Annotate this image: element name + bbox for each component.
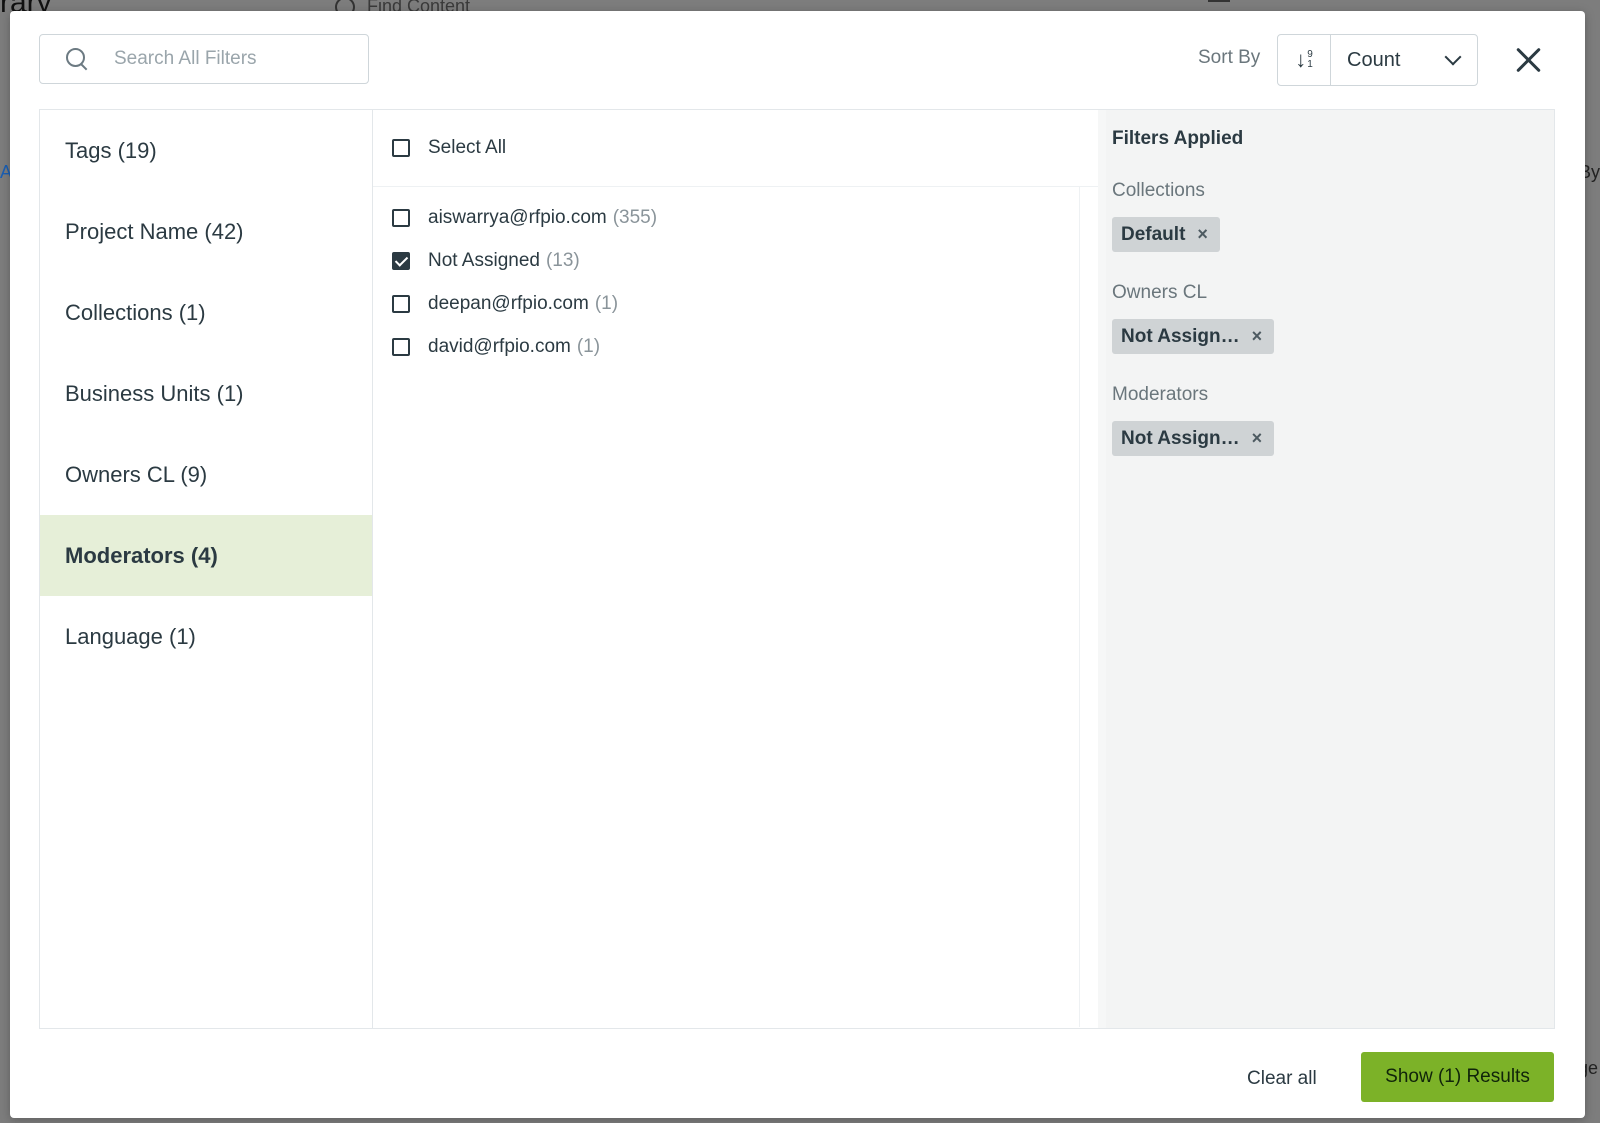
option-row[interactable]: Not Assigned (13) bbox=[373, 239, 1079, 282]
search-box bbox=[39, 34, 369, 84]
remove-chip-icon[interactable]: × bbox=[1252, 326, 1263, 347]
option-label: david@rfpio.com bbox=[428, 335, 571, 357]
category-label: Collections (1) bbox=[65, 299, 206, 325]
sort-control: ↓ 9 1 Count bbox=[1277, 34, 1478, 86]
search-filters-input[interactable] bbox=[112, 47, 346, 71]
option-checkbox[interactable] bbox=[392, 337, 410, 356]
option-count: (1) bbox=[576, 335, 601, 357]
sort-digit-bottom: 1 bbox=[1307, 59, 1313, 70]
filters-modal: Sort By ↓ 9 1 Count Tags (19) Project Na… bbox=[10, 11, 1585, 1118]
option-row[interactable]: aiswarrya@rfpio.com (355) bbox=[373, 196, 1079, 239]
applied-filter-chip: Default × bbox=[1112, 217, 1220, 252]
applied-filter-chip: Not Assign… × bbox=[1112, 319, 1275, 354]
category-tags[interactable]: Tags (19) bbox=[40, 110, 372, 191]
option-row[interactable]: deepan@rfpio.com (1) bbox=[373, 282, 1079, 325]
option-count: (13) bbox=[545, 249, 580, 271]
option-row[interactable]: david@rfpio.com (1) bbox=[373, 325, 1079, 368]
filters-applied-panel: Filters Applied Collections Default × Ow… bbox=[1098, 110, 1554, 1028]
option-checkbox[interactable] bbox=[392, 208, 410, 227]
category-owners-cl[interactable]: Owners CL (9) bbox=[40, 434, 372, 515]
option-label: deepan@rfpio.com bbox=[428, 292, 589, 314]
category-label: Business Units (1) bbox=[65, 380, 244, 406]
chevron-down-icon bbox=[1444, 48, 1462, 66]
category-project-name[interactable]: Project Name (42) bbox=[40, 191, 372, 272]
category-moderators[interactable]: Moderators (4) bbox=[40, 515, 372, 596]
category-label: Moderators (4) bbox=[65, 542, 218, 568]
select-all-checkbox[interactable] bbox=[392, 139, 410, 157]
sort-select-dropdown[interactable]: Count bbox=[1331, 35, 1477, 85]
applied-group-label: Owners CL bbox=[1112, 282, 1208, 303]
option-checkbox[interactable] bbox=[392, 251, 410, 270]
option-label: aiswarrya@rfpio.com bbox=[428, 206, 607, 228]
clear-all-button[interactable]: Clear all bbox=[1247, 1068, 1317, 1090]
category-list: Tags (19) Project Name (42) Collections … bbox=[40, 110, 373, 1028]
filter-content: Tags (19) Project Name (42) Collections … bbox=[39, 109, 1555, 1029]
filters-applied-title: Filters Applied bbox=[1112, 128, 1244, 149]
category-label: Tags (19) bbox=[65, 137, 157, 163]
options-list: aiswarrya@rfpio.com (355) Not Assigned (… bbox=[373, 187, 1080, 1027]
chip-label: Not Assign… bbox=[1121, 427, 1240, 449]
option-label: Not Assigned bbox=[428, 249, 540, 271]
applied-filter-chip: Not Assign… × bbox=[1112, 421, 1275, 456]
category-label: Project Name (42) bbox=[65, 218, 244, 244]
remove-chip-icon[interactable]: × bbox=[1197, 224, 1208, 245]
option-count: (1) bbox=[594, 292, 619, 314]
sort-direction-button[interactable]: ↓ 9 1 bbox=[1278, 35, 1331, 85]
search-icon bbox=[64, 47, 88, 71]
show-results-button[interactable]: Show (1) Results bbox=[1361, 1052, 1554, 1102]
option-checkbox[interactable] bbox=[392, 294, 410, 313]
option-count: (355) bbox=[612, 206, 658, 228]
options-panel: Select All aiswarrya@rfpio.com (355) Not… bbox=[373, 110, 1098, 1028]
sort-by-label: Sort By bbox=[1198, 47, 1261, 68]
chip-label: Default bbox=[1121, 223, 1186, 245]
chip-label: Not Assign… bbox=[1121, 325, 1240, 347]
applied-group-label: Moderators bbox=[1112, 384, 1209, 405]
sort-numeric-icon: ↓ bbox=[1295, 47, 1307, 72]
category-language[interactable]: Language (1) bbox=[40, 596, 372, 677]
remove-chip-icon[interactable]: × bbox=[1252, 428, 1263, 449]
select-all-label: Select All bbox=[428, 137, 507, 158]
category-label: Owners CL (9) bbox=[65, 461, 208, 487]
sort-selected-value: Count bbox=[1347, 48, 1401, 71]
category-label: Language (1) bbox=[65, 623, 196, 649]
applied-group-label: Collections bbox=[1112, 180, 1205, 201]
close-icon[interactable] bbox=[1515, 46, 1543, 74]
select-all-row[interactable]: Select All bbox=[373, 110, 1098, 187]
category-business-units[interactable]: Business Units (1) bbox=[40, 353, 372, 434]
category-collections[interactable]: Collections (1) bbox=[40, 272, 372, 353]
